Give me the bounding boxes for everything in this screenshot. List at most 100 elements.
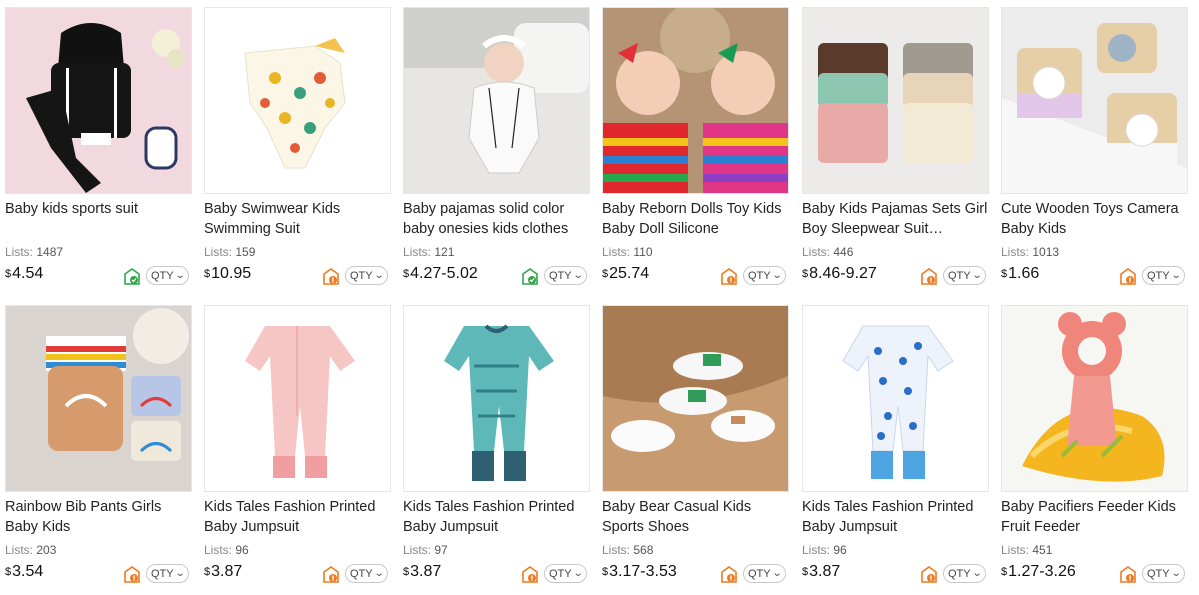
product-price: $4.27-5.02 [403,265,478,282]
product-title[interactable]: Baby Bear Casual Kids Sports Shoes [602,497,789,537]
qty-dropdown[interactable]: QTY ⌄ [544,266,587,285]
product-image[interactable] [1001,305,1188,492]
product-lists-count: Lists: 1013 [1001,245,1060,259]
chevron-down-icon: ⌄ [572,567,584,579]
product-card[interactable]: Kids Tales Fashion Printed Baby Jumpsuit… [802,305,989,595]
rainbow-bib-pants-image [6,306,191,491]
qty-dropdown[interactable]: QTY ⌄ [743,266,786,285]
product-lists-count: Lists: 121 [403,245,455,259]
product-title[interactable]: Baby pajamas solid color baby onesies ki… [403,199,590,239]
product-price: $4.54 [5,265,44,282]
product-card[interactable]: Cute Wooden Toys Camera Baby Kids Lists:… [1001,7,1188,297]
product-lists-count: Lists: 159 [204,245,256,259]
product-price: $3.54 [5,563,44,580]
product-price: $10.95 [204,265,252,282]
chevron-down-icon: ⌄ [1170,269,1182,281]
product-image[interactable] [5,7,192,194]
qty-dropdown[interactable]: QTY ⌄ [943,564,986,583]
fruit-feeder-image [1002,306,1187,491]
chevron-down-icon: ⌄ [572,269,584,281]
product-image[interactable] [5,305,192,492]
product-image[interactable] [204,305,391,492]
qty-dropdown[interactable]: QTY ⌄ [345,266,388,285]
product-lists-count: Lists: 451 [1001,543,1053,557]
qty-dropdown[interactable]: QTY ⌄ [943,266,986,285]
store-shield-icon [921,268,937,285]
qty-dropdown[interactable]: QTY ⌄ [743,564,786,583]
product-card[interactable]: Kids Tales Fashion Printed Baby Jumpsuit… [204,305,391,595]
chevron-down-icon: ⌄ [174,269,186,281]
product-card[interactable]: Baby Bear Casual Kids Sports Shoes Lists… [602,305,789,595]
product-card[interactable]: Rainbow Bib Pants Girls Baby Kids Lists:… [5,305,192,595]
product-image[interactable] [1001,7,1188,194]
store-shield-icon [323,566,339,583]
product-price: $1.27-3.26 [1001,563,1076,580]
product-title[interactable]: Rainbow Bib Pants Girls Baby Kids [5,497,192,537]
product-price: $3.87 [403,563,442,580]
product-image[interactable] [204,7,391,194]
chevron-down-icon: ⌄ [1170,567,1182,579]
product-price: $3.87 [802,563,841,580]
product-image[interactable] [602,305,789,492]
pajamas-sets-image [803,8,988,193]
product-title[interactable]: Baby kids sports suit [5,199,192,239]
reborn-dolls-image [603,8,788,193]
product-image[interactable] [403,305,590,492]
qty-dropdown[interactable]: QTY ⌄ [146,564,189,583]
store-shield-icon [721,268,737,285]
product-lists-count: Lists: 96 [204,543,249,557]
product-title[interactable]: Baby Reborn Dolls Toy Kids Baby Doll Sil… [602,199,789,239]
qty-dropdown[interactable]: QTY ⌄ [345,564,388,583]
product-lists-count: Lists: 96 [802,543,847,557]
product-card[interactable]: Kids Tales Fashion Printed Baby Jumpsuit… [403,305,590,595]
product-title[interactable]: Baby Kids Pajamas Sets Girl Boy Sleepwea… [802,199,989,239]
chevron-down-icon: ⌄ [971,567,983,579]
teal-jumpsuit-image [404,306,589,491]
product-card[interactable]: Baby pajamas solid color baby onesies ki… [403,7,590,297]
qty-dropdown[interactable]: QTY ⌄ [544,564,587,583]
wooden-camera-image [1002,8,1187,193]
product-card[interactable]: Baby Pacifiers Feeder Kids Fruit Feeder … [1001,305,1188,595]
product-price: $3.87 [204,563,243,580]
product-lists-count: Lists: 568 [602,543,654,557]
chevron-down-icon: ⌄ [174,567,186,579]
product-lists-count: Lists: 97 [403,543,448,557]
product-price: $3.17-3.53 [602,563,677,580]
product-card[interactable]: Baby kids sports suit Lists: 1487 $4.54 … [5,7,192,297]
product-title[interactable]: Cute Wooden Toys Camera Baby Kids [1001,199,1188,239]
store-shield-icon [1120,566,1136,583]
product-image[interactable] [403,7,590,194]
product-image[interactable] [802,305,989,492]
qty-dropdown[interactable]: QTY ⌄ [1142,564,1185,583]
product-price: $25.74 [602,265,650,282]
baby-pajamas-image [404,8,589,193]
product-lists-count: Lists: 1487 [5,245,64,259]
product-card[interactable]: Baby Kids Pajamas Sets Girl Boy Sleepwea… [802,7,989,297]
product-title[interactable]: Kids Tales Fashion Printed Baby Jumpsuit [403,497,590,537]
sports-suit-image [6,8,191,193]
product-lists-count: Lists: 446 [802,245,854,259]
chevron-down-icon: ⌄ [771,269,783,281]
swimwear-image [205,8,390,193]
product-card[interactable]: Baby Reborn Dolls Toy Kids Baby Doll Sil… [602,7,789,297]
qty-dropdown[interactable]: QTY ⌄ [146,266,189,285]
chevron-down-icon: ⌄ [771,567,783,579]
qty-dropdown[interactable]: QTY ⌄ [1142,266,1185,285]
store-shield-icon [1120,268,1136,285]
product-price: $8.46-9.27 [802,265,877,282]
kids-shoes-image [603,306,788,491]
product-title[interactable]: Kids Tales Fashion Printed Baby Jumpsuit [802,497,989,537]
product-title[interactable]: Baby Swimwear Kids Swimming Suit [204,199,391,239]
chevron-down-icon: ⌄ [373,567,385,579]
product-lists-count: Lists: 203 [5,543,57,557]
product-card[interactable]: Baby Swimwear Kids Swimming Suit Lists: … [204,7,391,297]
product-title[interactable]: Kids Tales Fashion Printed Baby Jumpsuit [204,497,391,537]
pink-jumpsuit-image [205,306,390,491]
product-image[interactable] [602,7,789,194]
chevron-down-icon: ⌄ [373,269,385,281]
verified-shield-icon [124,268,140,285]
store-shield-icon [323,268,339,285]
product-image[interactable] [802,7,989,194]
product-title[interactable]: Baby Pacifiers Feeder Kids Fruit Feeder [1001,497,1188,537]
product-grid: Baby kids sports suit Lists: 1487 $4.54 … [0,0,1199,595]
